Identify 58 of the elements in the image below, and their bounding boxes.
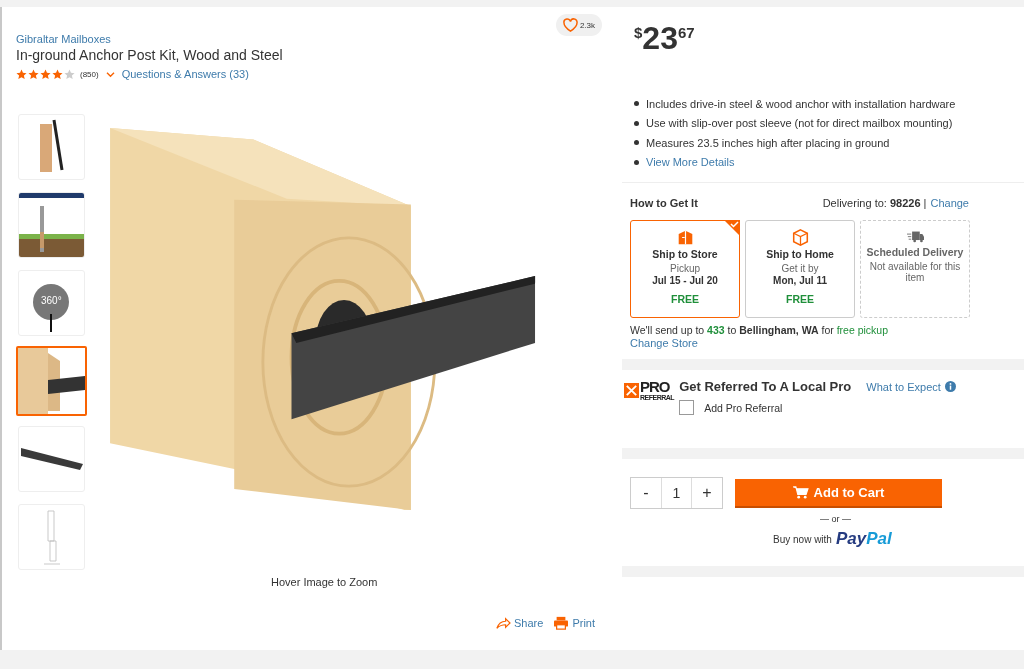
questions-answers-link[interactable]: Questions & Answers (33) [121, 68, 249, 80]
fulfillment-option[interactable]: Ship to Store Pickup Jul 15 - Jul 20 FREE [630, 220, 740, 318]
product-thumbnail-drawing [20, 448, 83, 470]
price-dollars: 23 [642, 22, 678, 54]
thumbnail[interactable] [16, 346, 87, 416]
zoom-hint: Hover Image to Zoom [271, 576, 378, 588]
star-icon [64, 68, 75, 80]
star-icon [16, 68, 27, 80]
change-store-link[interactable]: Change Store [630, 337, 1016, 349]
store-box-icon [676, 229, 694, 246]
brand-link[interactable]: Gibraltar Mailboxes [16, 33, 283, 45]
print-link[interactable]: Print [553, 616, 595, 630]
bullet-icon [634, 120, 639, 126]
favorite-count: 2.3k [579, 20, 595, 30]
feature-text: Use with slip-over post sleeve (not for direct mailbox mounting) [646, 117, 953, 130]
box-icon [791, 229, 809, 246]
quantity-stepper[interactable]: - 1 + [630, 477, 723, 509]
product-thumbnail-drawing [18, 348, 85, 414]
product-thumbnail-drawing [42, 509, 61, 565]
price-currency: $ [634, 24, 643, 41]
star-icon [40, 68, 51, 80]
feature-text: Includes drive-in steel & wood anchor with installation hardware [646, 97, 956, 110]
delivery-zip: Delivering to: 98226 | [822, 197, 927, 209]
info-icon [944, 381, 956, 392]
favorite-button[interactable]: 2.3k [555, 14, 602, 36]
star-icon [52, 68, 63, 80]
quantity-field[interactable]: 1 [661, 478, 692, 508]
checkmark-icon [724, 220, 740, 236]
product-title: In-ground Anchor Post Kit, Wood and Steel [16, 47, 283, 63]
share-icon [495, 616, 511, 630]
review-count: (850) [80, 69, 99, 79]
bullet-icon [634, 101, 639, 107]
details-link[interactable]: View More Details [646, 156, 735, 169]
section-heading: How to Get It [630, 197, 698, 209]
bullet-icon [634, 140, 639, 146]
product-thumbnail-drawing [19, 193, 84, 257]
chevron-down-icon[interactable] [105, 70, 115, 78]
or-divider: — or — [820, 514, 852, 524]
pro-referral-heading: Get Referred To A Local Pro [679, 379, 852, 394]
checkbox[interactable] [679, 400, 695, 415]
share-link[interactable]: Share [495, 616, 544, 630]
checkbox-label: Add Pro Referral [704, 401, 783, 414]
printer-icon [553, 616, 570, 630]
pickup-note: We'll send up to 433 to Bellingham, WA for free pickup [630, 324, 890, 336]
fulfillment-option[interactable]: Ship to Home Get it by Mon, Jul 11 FREE [745, 220, 855, 318]
heart-icon [562, 18, 578, 32]
buy-now-text: Buy now with [773, 533, 832, 545]
spin-label: 360° [41, 295, 62, 306]
add-to-cart-button[interactable]: Add to Cart [735, 478, 942, 508]
feature-text: Measures 23.5 inches high after placing in ground [646, 136, 890, 149]
price-cents: 67 [677, 24, 695, 41]
what-to-expect-link[interactable]: What to Expect [866, 380, 956, 393]
star-icon [28, 68, 39, 80]
paypal-button[interactable]: PayPal [835, 529, 892, 549]
change-link[interactable]: Change [930, 197, 969, 209]
bullet-icon [634, 159, 639, 165]
cart-icon [792, 485, 809, 499]
thumbnail[interactable]: 360° [18, 270, 85, 336]
